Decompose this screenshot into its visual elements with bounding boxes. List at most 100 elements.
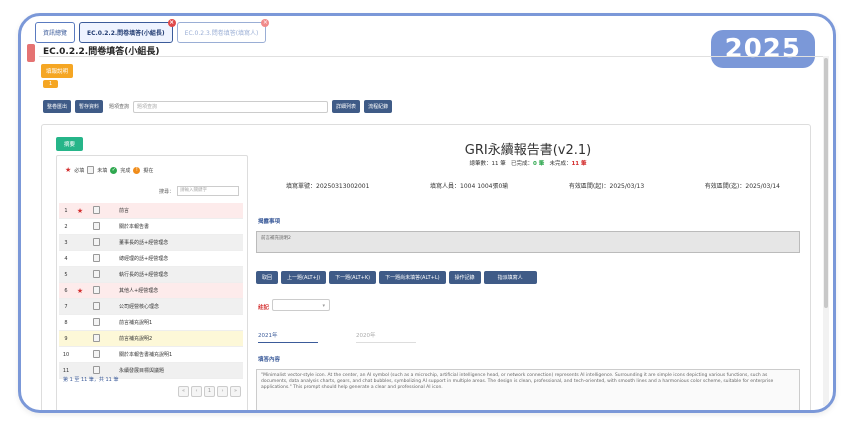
total-label: 總筆數： — [469, 161, 492, 167]
next-page-button[interactable]: › — [217, 386, 228, 397]
search-label: 題項查詢 — [109, 104, 130, 110]
list-item[interactable]: 4 總經理的話+經營理念 — [59, 251, 243, 267]
report-title: GRI永續報告書(v2.1) — [464, 143, 592, 158]
list-item[interactable]: 9 前言補充說明2 — [59, 331, 243, 347]
list-footer: 第 1 至 11 筆，共 11 筆 — [63, 377, 119, 383]
first-page-button[interactable]: « — [178, 386, 189, 397]
question-detail: GRI永續報告書(v2.1) 總筆數：11 筆 已完成：0 筆 未完成：11 筆… — [256, 125, 800, 410]
list-item[interactable]: 2 關於本報告書 — [59, 219, 243, 235]
doc-icon — [87, 349, 105, 360]
done-label: 已完成： — [510, 161, 533, 167]
pending-exclamation-icon: ! — [133, 166, 141, 174]
legend-required: 必填 — [74, 167, 85, 174]
list-item[interactable]: 7 公司經營核心理念 — [59, 299, 243, 315]
close-icon[interactable]: × — [167, 19, 176, 27]
save-draft-button[interactable]: 暫存資料 — [75, 100, 104, 113]
row-name: 總經理的話+經營理念 — [119, 256, 169, 262]
fill-instructions-button[interactable]: 填報說明 — [41, 64, 74, 78]
required-star-icon: ★ — [76, 286, 84, 295]
count-badge: 1 — [43, 80, 59, 88]
scrollbar[interactable] — [823, 56, 829, 406]
retrieve-button[interactable]: 取回 — [256, 271, 279, 284]
scrollbar-thumb[interactable] — [824, 58, 828, 308]
question-list-panel: ★ 必填 未填 ✓ 完成 ! 擬在 搜尋： 請輸入關鍵字 1 ★ 前言 2 關於… — [56, 155, 248, 410]
pagination: « ‹ 1 › » — [178, 386, 241, 397]
list-item[interactable]: 10 關於本報告書補充說明1 — [59, 347, 243, 363]
doc-icon — [87, 221, 105, 232]
row-number: 2 — [64, 223, 68, 230]
meta-row: 填寫單號：20250313002001 填寫人員：1004 1004張0瑜 有效… — [286, 181, 780, 190]
row-number: 9 — [64, 335, 68, 342]
toolbar: 整卷匯出 暫存資料 題項查詢 題項查詢 詳細列表 流程紀錄 — [43, 100, 393, 113]
doc-icon — [87, 301, 105, 312]
tab-2021[interactable]: 2021年 — [258, 331, 318, 343]
list-item[interactable]: 1 ★ 前言 — [59, 203, 243, 219]
row-number: 3 — [64, 239, 68, 246]
row-name: 關於本報告書補充說明1 — [119, 352, 173, 358]
valid-end: 有效區間(迄)：2025/03/14 — [704, 183, 780, 190]
prev-question-button[interactable]: 上一題(ALT+J) — [281, 271, 327, 284]
tab-bar: 資訊總覽 EC.0.2.2.問卷填答(小組長) × EC.0.2.3.問卷填答(… — [35, 19, 270, 43]
row-number: 1 — [64, 207, 68, 214]
legend-done: 完成 — [120, 167, 131, 174]
form-number: 填寫單號：20250313002001 — [286, 183, 370, 190]
questionnaire-card: 摘要 ★ 必填 未填 ✓ 完成 ! 擬在 搜尋： 請輸入關鍵字 1 ★ 前言 2… — [41, 124, 811, 410]
list-item[interactable]: 5 執行長的話+經營理念 — [59, 267, 243, 283]
doc-icon — [87, 269, 105, 280]
row-number: 4 — [64, 255, 68, 262]
tab-2020[interactable]: 2020年 — [356, 331, 416, 343]
tab-questionnaire-filler[interactable]: EC.0.2.3.問卷填答(填寫人) × — [176, 19, 270, 43]
remark-select[interactable]: ▾ — [272, 299, 330, 311]
close-icon[interactable]: × — [261, 19, 270, 27]
legend: ★ 必填 未填 ✓ 完成 ! 擬在 — [65, 166, 153, 174]
page-1-button[interactable]: 1 — [204, 386, 215, 397]
doc-icon — [87, 253, 105, 264]
unfilled-doc-icon — [87, 166, 95, 174]
filler-name: 填寫人員：1004 1004張0瑜 — [430, 183, 509, 190]
prev-page-button[interactable]: ‹ — [191, 386, 202, 397]
last-page-button[interactable]: » — [230, 386, 241, 397]
operation-log-button[interactable]: 操作記錄 — [448, 271, 481, 284]
list-search-input[interactable]: 請輸入關鍵字 — [177, 186, 239, 196]
side-marker — [27, 44, 35, 62]
question-search-input[interactable]: 題項查詢 — [133, 100, 329, 113]
export-all-button[interactable]: 整卷匯出 — [43, 100, 72, 113]
remark-label: 註記 — [258, 305, 270, 311]
tab-questionnaire-leader[interactable]: EC.0.2.2.問卷填答(小組長) × — [79, 19, 176, 43]
list-item[interactable]: 3 董事長的話+經營理念 — [59, 235, 243, 251]
row-number: 7 — [64, 303, 68, 310]
next-question-button[interactable]: 下一題(ALT+K) — [329, 271, 377, 284]
row-number: 6 — [64, 287, 68, 294]
row-name: 董事長的話+經營理念 — [119, 240, 169, 246]
doc-icon — [87, 285, 105, 296]
row-number: 10 — [62, 351, 70, 358]
row-name: 公司經營核心理念 — [119, 304, 160, 310]
row-name: 前言補充說明1 — [119, 320, 153, 326]
question-nav: 取回 上一題(ALT+J) 下一題(ALT+K) 下一題尚未填答(ALT+L) … — [256, 271, 537, 284]
list-item[interactable]: 8 前言補充說明1 — [59, 315, 243, 331]
list-item[interactable]: 6 ★ 其他人+經營理念 — [59, 283, 243, 299]
assign-filler-button[interactable]: 指派填寫人 — [483, 271, 537, 284]
row-name: 前言補充說明2 — [119, 336, 153, 342]
divider — [39, 56, 823, 57]
tab-label: EC.0.2.2.問卷填答(小組長) — [87, 30, 165, 37]
next-unfilled-button[interactable]: 下一題尚未填答(ALT+L) — [379, 271, 446, 284]
required-star-icon: ★ — [65, 166, 72, 174]
row-number: 11 — [62, 367, 70, 374]
row-number: 8 — [64, 319, 68, 326]
row-number: 5 — [64, 271, 68, 278]
doc-icon — [87, 365, 105, 376]
doc-icon — [87, 317, 105, 328]
valid-start: 有效區間(起)：2025/03/13 — [568, 183, 645, 190]
process-log-button[interactable]: 流程紀錄 — [364, 100, 393, 113]
undone-label: 未完成： — [549, 161, 572, 167]
answer-textarea[interactable]: "Minimalist vector-style icon. At the ce… — [256, 369, 800, 410]
legend-pending: 擬在 — [143, 167, 154, 174]
list-search-label: 搜尋： — [158, 188, 174, 195]
row-name: 執行長的話+經營理念 — [119, 272, 169, 278]
doc-icon — [87, 333, 105, 344]
detail-list-button[interactable]: 詳細列表 — [332, 100, 361, 113]
row-name: 前言 — [119, 208, 130, 214]
summary-button[interactable]: 摘要 — [56, 137, 84, 151]
tab-overview[interactable]: 資訊總覽 — [35, 22, 76, 43]
